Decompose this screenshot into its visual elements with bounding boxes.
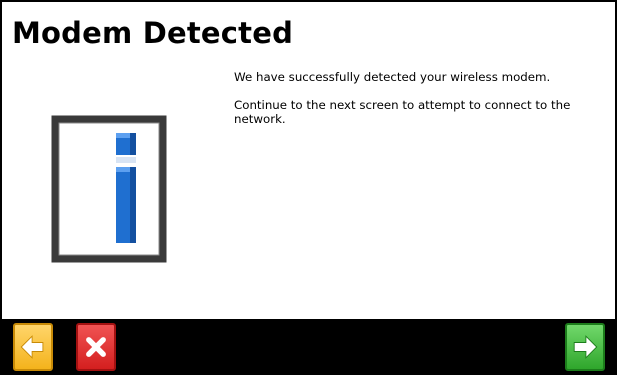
page-title: Modem Detected bbox=[12, 16, 294, 50]
cancel-button[interactable] bbox=[76, 323, 116, 371]
arrow-right-icon bbox=[573, 335, 598, 359]
message-detected: We have successfully detected your wirel… bbox=[234, 70, 551, 84]
message-area: We have successfully detected your wirel… bbox=[234, 70, 612, 140]
info-icon bbox=[50, 114, 168, 264]
back-button[interactable] bbox=[13, 323, 53, 371]
close-icon bbox=[86, 337, 106, 357]
next-button[interactable] bbox=[565, 323, 605, 371]
arrow-left-icon bbox=[20, 335, 44, 359]
message-continue: Continue to the next screen to attempt t… bbox=[234, 98, 571, 126]
